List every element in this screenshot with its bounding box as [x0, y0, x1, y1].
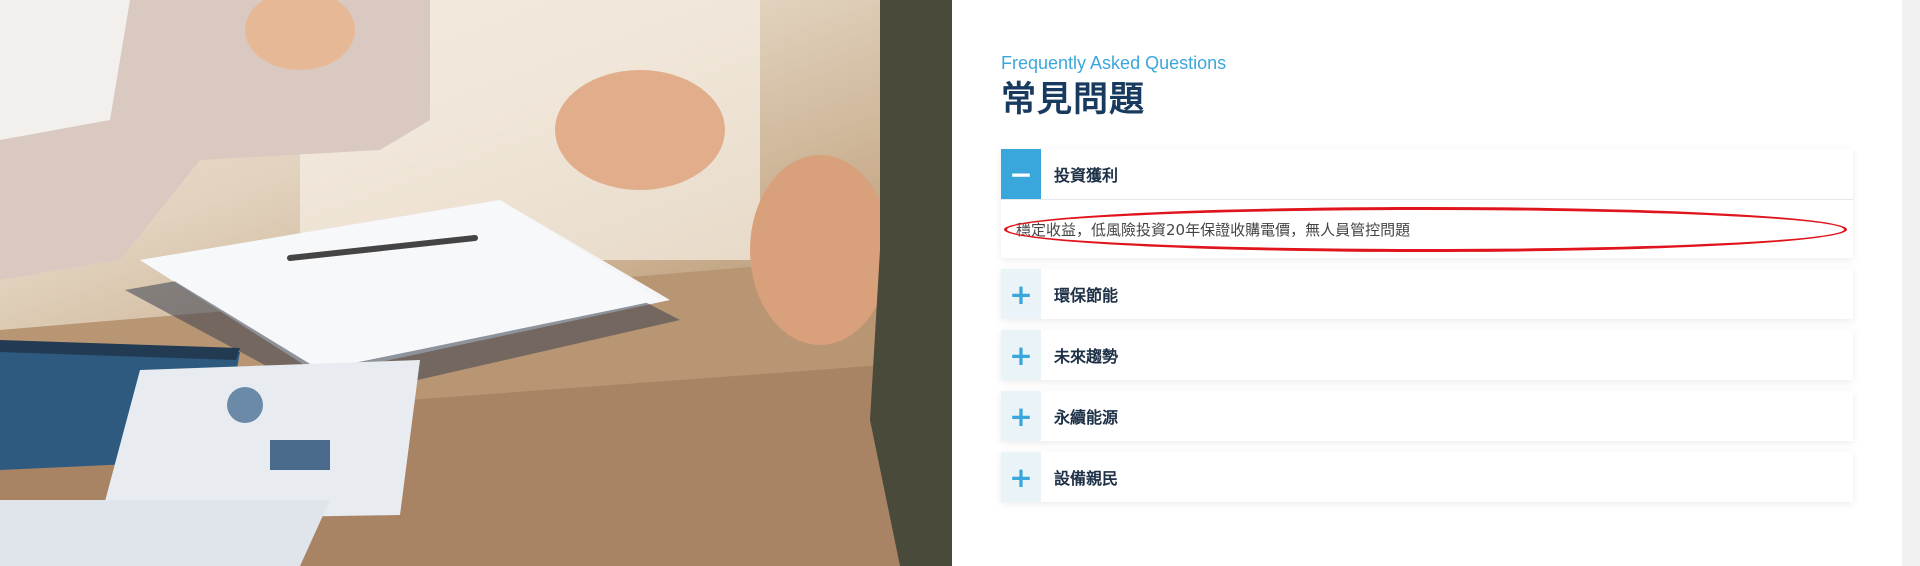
faq-item-header[interactable]: + 環保節能	[1001, 269, 1853, 319]
faq-item-header[interactable]: − 投資獲利	[1001, 149, 1853, 199]
faq-item-equipment: + 設備親民	[1001, 452, 1853, 502]
faq-item-eco: + 環保節能	[1001, 269, 1853, 319]
faq-item-label: 未來趨勢	[1054, 347, 1119, 366]
faq-item-header[interactable]: + 設備親民	[1001, 452, 1853, 502]
faq-item-label: 投資獲利	[1054, 166, 1119, 185]
plus-icon[interactable]: +	[1001, 269, 1041, 319]
faq-item-investment: − 投資獲利 穩定收益，低風險投資20年保證收購電價，無人員管控問題	[1001, 149, 1853, 258]
meeting-illustration	[0, 0, 952, 566]
faq-item-sustainable: + 永續能源	[1001, 391, 1853, 441]
faq-answer-text: 穩定收益，低風險投資20年保證收購電價，無人員管控問題	[1016, 220, 1411, 239]
faq-item-label: 設備親民	[1054, 469, 1119, 488]
faq-item-label: 永續能源	[1054, 408, 1119, 427]
faq-item-answer: 穩定收益，低風險投資20年保證收購電價，無人員管控問題	[1001, 199, 1853, 258]
minus-icon[interactable]: −	[1001, 149, 1041, 199]
faq-item-header[interactable]: + 未來趨勢	[1001, 330, 1853, 380]
faq-accordion: − 投資獲利 穩定收益，低風險投資20年保證收購電價，無人員管控問題 + 環保節…	[1001, 149, 1853, 513]
faq-title: 常見問題	[1001, 80, 1146, 120]
page-scrollbar[interactable]	[1902, 0, 1920, 566]
plus-icon[interactable]: +	[1001, 391, 1041, 441]
faq-item-label: 環保節能	[1054, 286, 1119, 305]
faq-section: Frequently Asked Questions 常見問題 − 投資獲利 穩…	[1001, 52, 1853, 502]
plus-icon[interactable]: +	[1001, 452, 1041, 502]
hero-photo	[0, 0, 952, 566]
faq-eyebrow: Frequently Asked Questions	[1001, 53, 1227, 73]
plus-icon[interactable]: +	[1001, 330, 1041, 380]
faq-item-header[interactable]: + 永續能源	[1001, 391, 1853, 441]
faq-item-trend: + 未來趨勢	[1001, 330, 1853, 380]
